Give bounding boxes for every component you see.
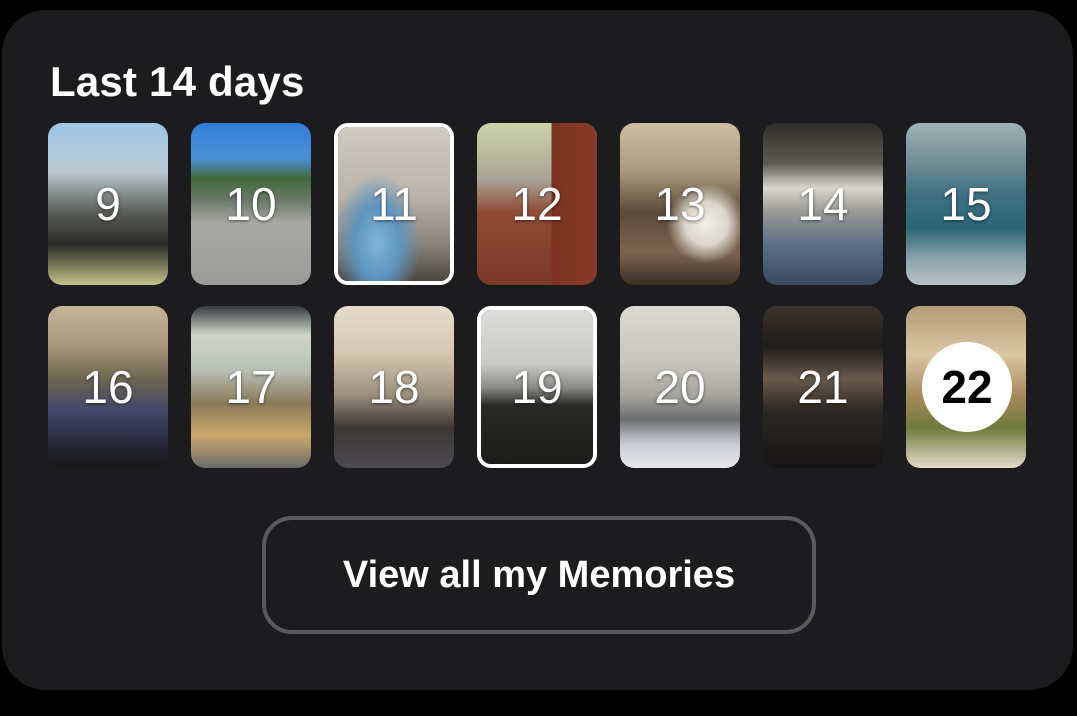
day-number: 12	[511, 178, 563, 230]
day-tile-9[interactable]: 9	[48, 123, 168, 285]
day-number: 16	[82, 361, 134, 413]
day-number: 20	[654, 361, 706, 413]
day-number: 19	[511, 361, 563, 413]
day-tile-10[interactable]: 10	[191, 123, 311, 285]
today-badge: 22	[922, 342, 1012, 432]
day-tile-17[interactable]: 17	[191, 306, 311, 468]
day-number: 14	[797, 178, 849, 230]
day-number: 15	[940, 178, 992, 230]
day-tile-11[interactable]: 11	[334, 123, 454, 285]
day-tile-18[interactable]: 18	[334, 306, 454, 468]
day-number: 22	[941, 361, 993, 413]
view-all-memories-button[interactable]: View all my Memories	[262, 516, 816, 634]
day-tile-15[interactable]: 15	[906, 123, 1026, 285]
day-tile-20[interactable]: 20	[620, 306, 740, 468]
day-number: 17	[225, 361, 277, 413]
day-number: 10	[225, 178, 277, 230]
day-number: 11	[370, 178, 418, 230]
day-tile-16[interactable]: 16	[48, 306, 168, 468]
day-number: 13	[654, 178, 706, 230]
day-tile-13[interactable]: 13	[620, 123, 740, 285]
day-tile-12[interactable]: 12	[477, 123, 597, 285]
memories-card: Last 14 days 9 10 11 12 13 14 15 16 17 1…	[2, 10, 1073, 690]
day-number: 18	[368, 361, 420, 413]
day-tile-22-today[interactable]: 22	[906, 306, 1026, 468]
day-number: 21	[797, 361, 849, 413]
day-number: 9	[95, 178, 121, 230]
day-tile-21[interactable]: 21	[763, 306, 883, 468]
day-tile-14[interactable]: 14	[763, 123, 883, 285]
day-tile-19[interactable]: 19	[477, 306, 597, 468]
section-title: Last 14 days	[50, 58, 305, 105]
